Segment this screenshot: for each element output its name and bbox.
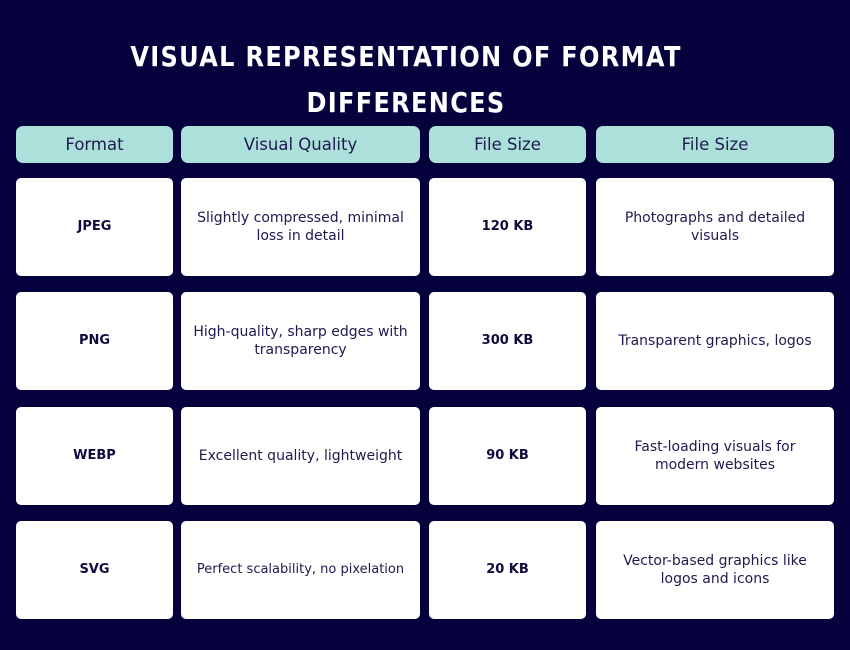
cell-size: 20 KB [429, 521, 586, 619]
cell-use: Photographs and detailed visuals [596, 178, 834, 276]
header-file-size-2: File Size [596, 126, 834, 163]
cell-quality: High-quality, sharp edges with transpare… [181, 292, 420, 390]
cell-use: Vector-based graphics like logos and ico… [596, 521, 834, 619]
cell-use: Fast-loading visuals for modern websites [596, 407, 834, 505]
cell-size: 90 KB [429, 407, 586, 505]
title-line-1: VISUAL REPRESENTATION OF FORMAT [130, 40, 682, 73]
header-format: Format [16, 126, 173, 163]
cell-use: Transparent graphics, logos [596, 292, 834, 390]
page-title: VISUAL REPRESENTATION OF FORMAT DIFFEREN… [57, 34, 755, 126]
cell-size: 300 KB [429, 292, 586, 390]
cell-format: WEBP [16, 407, 173, 505]
cell-quality: Perfect scalability, no pixelation [181, 521, 420, 619]
cell-quality: Slightly compressed, minimal loss in det… [181, 178, 420, 276]
cell-size: 120 KB [429, 178, 586, 276]
cell-quality: Excellent quality, lightweight [181, 407, 420, 505]
header-visual-quality: Visual Quality [181, 126, 420, 163]
header-file-size: File Size [429, 126, 586, 163]
cell-format: PNG [16, 292, 173, 390]
title-line-2: DIFFERENCES [306, 86, 506, 119]
cell-format: SVG [16, 521, 173, 619]
cell-format: JPEG [16, 178, 173, 276]
